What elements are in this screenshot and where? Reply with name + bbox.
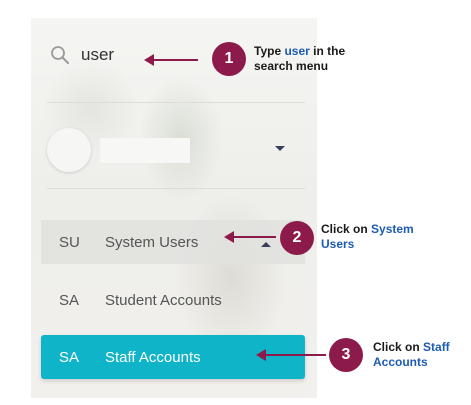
menu-item-abbr: SU: [59, 233, 80, 251]
step-badge-1: 1: [212, 42, 246, 76]
instruction-1: Type user in the search menu: [254, 44, 374, 74]
divider: [47, 188, 305, 189]
instruction-2: Click on System Users: [321, 222, 431, 252]
arrow-left-icon: [224, 231, 276, 243]
avatar[interactable]: [47, 128, 91, 172]
arrow-left-icon: [256, 349, 326, 361]
menu-item-label: Student Accounts: [105, 291, 222, 309]
arrow-left-icon: [144, 54, 198, 66]
profile-name-placeholder: [100, 138, 190, 163]
step-badge-2: 2: [280, 221, 314, 255]
menu-item-abbr: SA: [59, 348, 80, 366]
menu-item-abbr: SA: [59, 291, 80, 309]
divider: [47, 102, 305, 103]
menu-item-label: Staff Accounts: [105, 348, 201, 366]
search-icon: [49, 44, 71, 66]
instruction-text: Click on: [373, 340, 424, 354]
menu-item-student-accounts[interactable]: SA Student Accounts: [41, 278, 305, 322]
menu-item-label: System Users: [105, 233, 199, 251]
step-badge-3: 3: [329, 338, 363, 372]
search-bar[interactable]: user: [49, 40, 114, 70]
instruction-3: Click on Staff Accounts: [373, 340, 468, 370]
sidebar: user SU System Users SA Student Accounts…: [31, 18, 317, 398]
instruction-text: Type: [254, 44, 285, 58]
search-input[interactable]: user: [81, 45, 114, 65]
instruction-text: Click on: [321, 222, 372, 236]
profile-row[interactable]: [47, 128, 305, 172]
chevron-down-icon[interactable]: [275, 146, 285, 151]
instruction-highlight: user: [284, 44, 310, 58]
